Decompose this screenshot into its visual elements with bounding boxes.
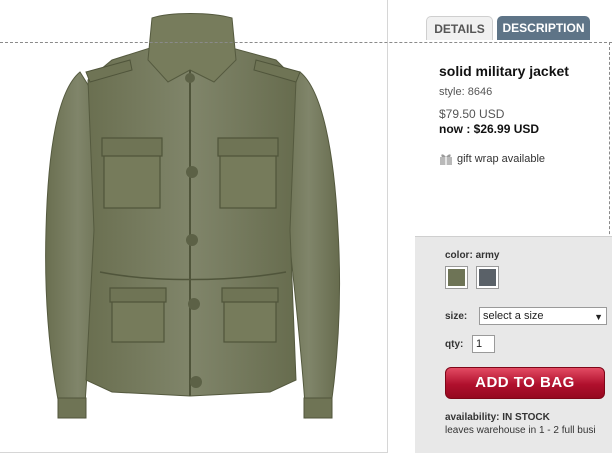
qty-input[interactable]: 1 (472, 335, 495, 353)
price-now: now : $26.99 USD (439, 122, 540, 136)
size-label: size: (445, 311, 468, 322)
tab-description[interactable]: DESCRIPTION (497, 16, 590, 40)
color-swatch-army[interactable] (445, 266, 468, 289)
swatch-fill (479, 269, 496, 286)
gift-icon (440, 154, 452, 165)
gift-wrap-link[interactable]: gift wrap available (439, 153, 545, 165)
price-original: $79.50 USD (439, 107, 505, 121)
product-style: style: 8646 (439, 86, 493, 98)
color-label-value: army (475, 250, 500, 261)
color-label-key: color: (445, 250, 473, 261)
tab-details[interactable]: DETAILS (426, 16, 493, 40)
color-label: color: army (445, 250, 499, 261)
swatch-fill (448, 269, 465, 286)
product-title: solid military jacket (439, 63, 569, 79)
qty-label: qty: (445, 339, 464, 350)
chevron-down-icon: ▼ (594, 312, 603, 322)
size-select-value: select a size (483, 310, 544, 322)
availability: availability: IN STOCK (445, 412, 550, 423)
selection-border-top (0, 42, 612, 43)
gift-wrap-label: gift wrap available (457, 153, 546, 165)
size-select[interactable]: select a size ▼ (479, 307, 607, 325)
add-to-bag-button[interactable]: ADD TO BAG (445, 367, 605, 399)
product-page: DETAILS DESCRIPTION solid military jacke… (0, 0, 612, 453)
color-swatch-grey[interactable] (476, 266, 499, 289)
product-image (45, 13, 341, 419)
shipping-note: leaves warehouse in 1 - 2 full busi (445, 425, 596, 436)
product-image-panel (0, 0, 388, 453)
availability-value: IN STOCK (502, 412, 550, 423)
availability-label: availability: (445, 412, 500, 423)
